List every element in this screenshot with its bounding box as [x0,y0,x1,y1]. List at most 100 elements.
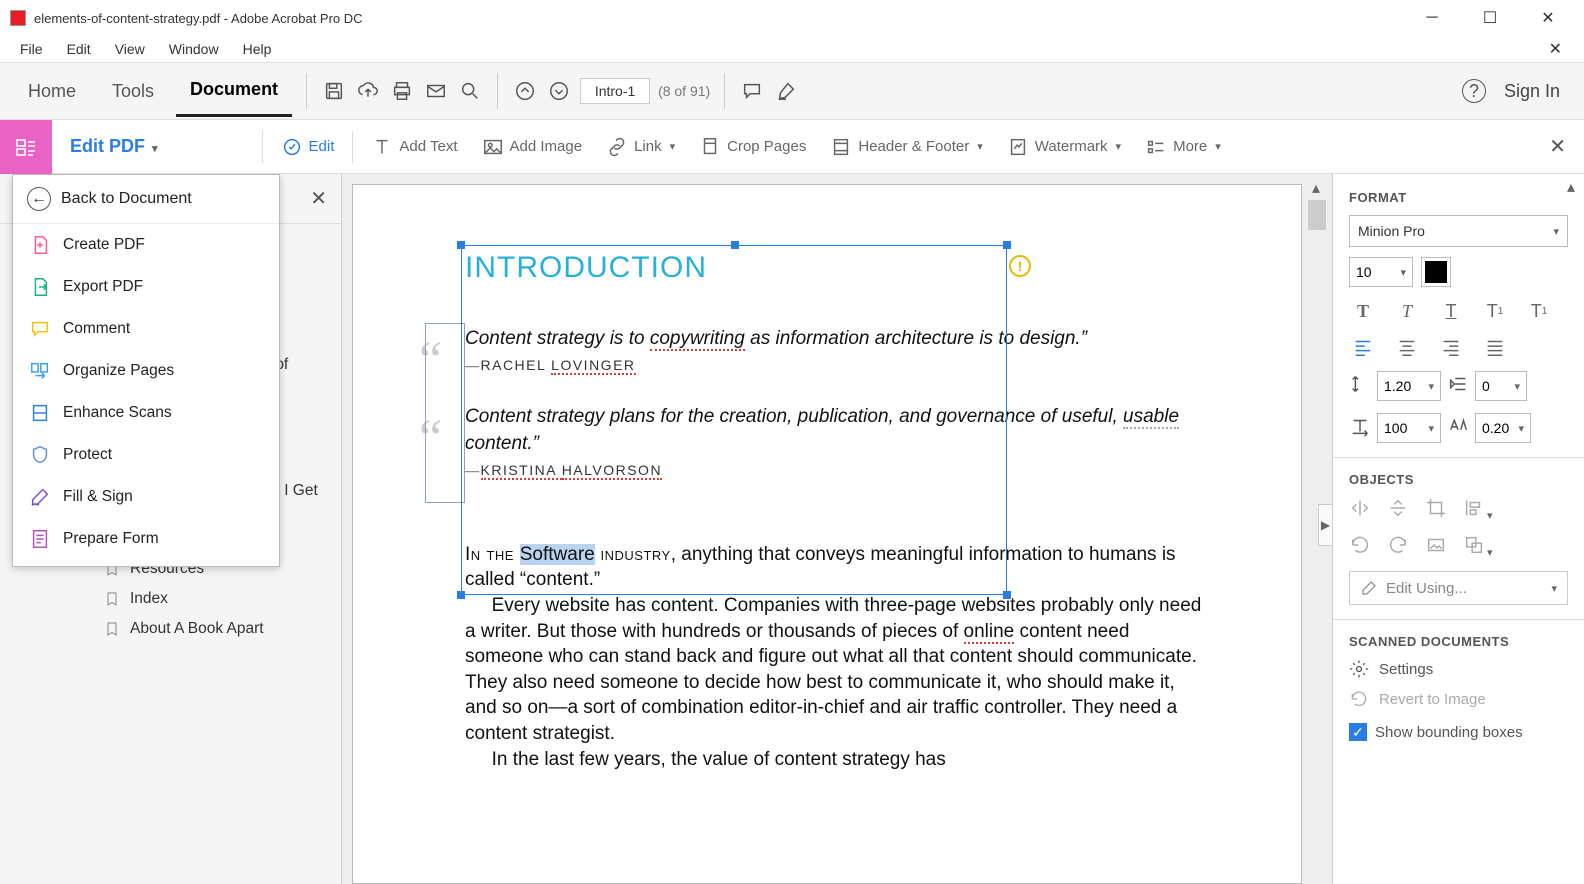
font-family-select[interactable]: Minion Pro▾ [1349,215,1568,247]
font-color-picker[interactable] [1421,257,1451,287]
subscript-button[interactable]: T1 [1525,299,1553,323]
tool-prepare-form[interactable]: Prepare Form [13,518,279,560]
tool-add-text[interactable]: Add Text [359,136,469,158]
tools-popup: ← Back to Document Create PDF Export PDF… [12,174,280,567]
arrange-icon[interactable]: ▾ [1463,534,1493,561]
window-maximize-button[interactable]: ☐ [1470,8,1510,28]
tracking-icon [1447,415,1469,442]
highlighter-icon[interactable] [773,78,799,104]
underline-button[interactable]: T [1437,299,1465,323]
tool-fill-sign[interactable]: Fill & Sign [13,476,279,518]
indent-icon [1447,373,1469,400]
settings-link[interactable]: Settings [1349,659,1568,679]
bold-button[interactable]: T [1349,299,1377,323]
help-icon[interactable]: ? [1462,79,1486,103]
back-arrow-icon: ← [27,187,51,211]
tab-document[interactable]: Document [176,65,292,117]
flip-vertical-icon[interactable] [1387,497,1409,524]
primary-toolbar: Home Tools Document Intro-1 (8 of 91) ? … [0,62,1584,120]
menu-window[interactable]: Window [159,39,229,59]
align-justify-button[interactable] [1481,335,1509,359]
page-name-input[interactable]: Intro-1 [580,78,650,104]
scrollbar-thumb[interactable] [1308,200,1326,230]
back-to-document-button[interactable]: ← Back to Document [13,175,279,224]
app-icon [10,10,26,26]
tool-organize-pages[interactable]: Organize Pages [13,350,279,392]
align-objects-icon[interactable]: ▾ [1463,497,1493,524]
tab-tools[interactable]: Tools [98,67,168,116]
edit-using-dropdown[interactable]: Edit Using...▾ [1349,571,1568,605]
tool-edit[interactable]: Edit [269,136,347,158]
tool-more[interactable]: More▾ [1133,136,1233,158]
font-size-input[interactable]: 10▾ [1349,257,1413,287]
search-icon[interactable] [457,78,483,104]
show-bounding-boxes-checkbox[interactable]: ✓ Show bounding boxes [1349,723,1568,741]
tool-enhance-scans[interactable]: Enhance Scans [13,392,279,434]
panel-scroll-up-icon[interactable]: ▴ [1562,178,1580,196]
format-section-title: FORMAT [1349,190,1568,205]
objects-section-title: OBJECTS [1349,472,1568,487]
replace-image-icon[interactable] [1425,534,1447,561]
tool-link[interactable]: Link▾ [594,136,687,158]
scanned-section-title: SCANNED DOCUMENTS [1349,634,1568,649]
selected-text-frame[interactable] [461,245,1007,595]
cloud-upload-icon[interactable] [355,78,381,104]
revert-to-image-link: Revert to Image [1349,689,1568,709]
menu-edit[interactable]: Edit [57,39,101,59]
italic-button[interactable]: T [1393,299,1421,323]
window-titlebar: elements-of-content-strategy.pdf - Adobe… [0,0,1584,36]
list-item[interactable]: Index [0,584,341,614]
align-left-button[interactable] [1349,335,1377,359]
checkbox-checked-icon: ✓ [1349,723,1367,741]
mail-icon[interactable] [423,78,449,104]
tool-create-pdf[interactable]: Create PDF [13,224,279,266]
window-title: elements-of-content-strategy.pdf - Adobe… [34,11,1412,26]
align-center-button[interactable] [1393,335,1421,359]
list-item[interactable]: About A Book Apart [0,614,341,644]
scroll-up-icon[interactable]: ▴ [1306,178,1326,198]
edit-pdf-dropdown[interactable]: Edit PDF ▾ [52,136,176,157]
menu-help[interactable]: Help [233,39,282,59]
next-page-icon[interactable] [546,78,572,104]
edit-pdf-toolbar: Edit PDF ▾ Edit Add Text Add Image Link▾… [0,120,1584,174]
sign-in-link[interactable]: Sign In [1494,81,1570,102]
collapse-right-handle[interactable]: ▶ [1318,504,1332,546]
warning-badge-icon[interactable]: ! [1009,255,1031,277]
tool-comment[interactable]: Comment [13,308,279,350]
line-height-input[interactable]: 1.20▾ [1377,371,1441,401]
close-document-button[interactable]: ✕ [1539,37,1572,61]
tracking-input[interactable]: 0.20▾ [1475,413,1531,443]
align-right-button[interactable] [1437,335,1465,359]
menu-view[interactable]: View [105,39,155,59]
tool-header-footer[interactable]: Header & Footer▾ [818,136,994,158]
close-editbar-button[interactable]: ✕ [1549,134,1566,159]
horizontal-scale-input[interactable]: 100▾ [1377,413,1441,443]
format-panel: ▴ FORMAT Minion Pro▾ 10▾ T T T T1 T1 1.2… [1332,174,1584,884]
save-icon[interactable] [321,78,347,104]
quote-bar [425,323,465,503]
crop-icon[interactable] [1425,497,1447,524]
close-sidebar-button[interactable]: ✕ [310,186,327,211]
prev-page-icon[interactable] [512,78,538,104]
comment-bubble-icon[interactable] [739,78,765,104]
tool-watermark[interactable]: Watermark▾ [995,136,1133,158]
horizontal-scale-icon [1349,415,1371,442]
window-close-button[interactable]: ✕ [1528,8,1568,28]
indent-input[interactable]: 0▾ [1475,371,1527,401]
tool-protect[interactable]: Protect [13,434,279,476]
flip-horizontal-icon[interactable] [1349,497,1371,524]
print-icon[interactable] [389,78,415,104]
menubar: File Edit View Window Help ✕ [0,36,1584,62]
tool-add-image[interactable]: Add Image [470,136,595,158]
menu-file[interactable]: File [10,39,53,59]
edit-pdf-tile[interactable] [0,120,52,174]
rotate-cw-icon[interactable] [1387,534,1409,561]
superscript-button[interactable]: T1 [1481,299,1509,323]
document-canvas[interactable]: ▴ INTRODUCTION “ Content strategy is to … [342,174,1332,884]
tool-crop-pages[interactable]: Crop Pages [687,136,818,158]
window-minimize-button[interactable]: ─ [1412,9,1452,27]
tab-home[interactable]: Home [14,67,90,116]
tool-export-pdf[interactable]: Export PDF [13,266,279,308]
left-sidebar: 🔖 ✕ …tent Introduction Chapter 2: The Cr… [0,174,342,884]
rotate-ccw-icon[interactable] [1349,534,1371,561]
